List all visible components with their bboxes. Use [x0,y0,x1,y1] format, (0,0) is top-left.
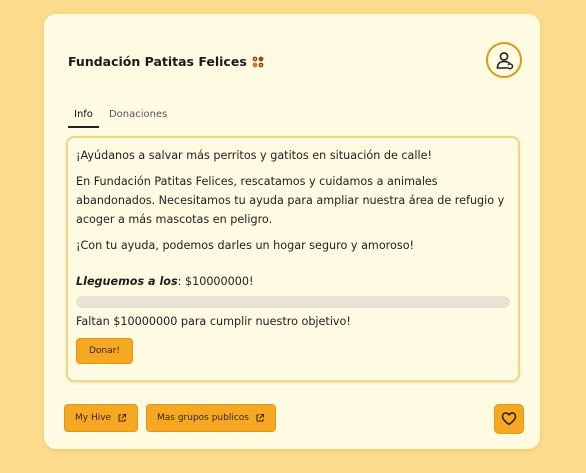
intro-text: ¡Ayúdanos a salvar más perritos y gatito… [76,149,432,162]
closing-text: ¡Con tu ayuda, podemos darles un hogar s… [76,239,415,252]
favorite-button[interactable] [494,404,524,434]
external-link-icon [256,414,264,422]
description-text: En Fundación Patitas Felices, rescatamos… [76,175,505,226]
info-panel: ¡Ayúdanos a salvar más perritos y gatito… [66,136,520,382]
title-text: Fundación Patitas Felices [68,54,247,69]
paw-icon [251,55,265,69]
my-hive-button[interactable]: My Hive [64,404,139,432]
donation-progress-bar [76,296,510,308]
public-groups-label: Mas grupos publicos [157,413,249,423]
external-link-icon [118,414,127,422]
avatar[interactable] [486,42,522,78]
donation-card: Fundación Patitas Felices Info Donacione… [44,14,540,449]
tab-bar: Info Donaciones [68,108,173,132]
public-groups-button[interactable]: Mas grupos publicos [146,404,276,432]
card-header: Fundación Patitas Felices [68,42,522,88]
remaining-text: Faltan $10000000 para cumplir nuestro ob… [76,315,351,328]
goal-label: Lleguemos a los [76,275,178,288]
tab-info[interactable]: Info [68,108,99,128]
user-icon [496,52,514,70]
my-hive-label: My Hive [75,413,112,423]
goal-value: : $10000000! [177,275,254,288]
goal-text: Lleguemos a los: $10000000! [76,272,510,291]
heart-icon [501,412,517,426]
tab-donaciones[interactable]: Donaciones [103,108,173,126]
donate-button[interactable]: Donar! [76,338,133,364]
page-title: Fundación Patitas Felices [68,54,265,69]
